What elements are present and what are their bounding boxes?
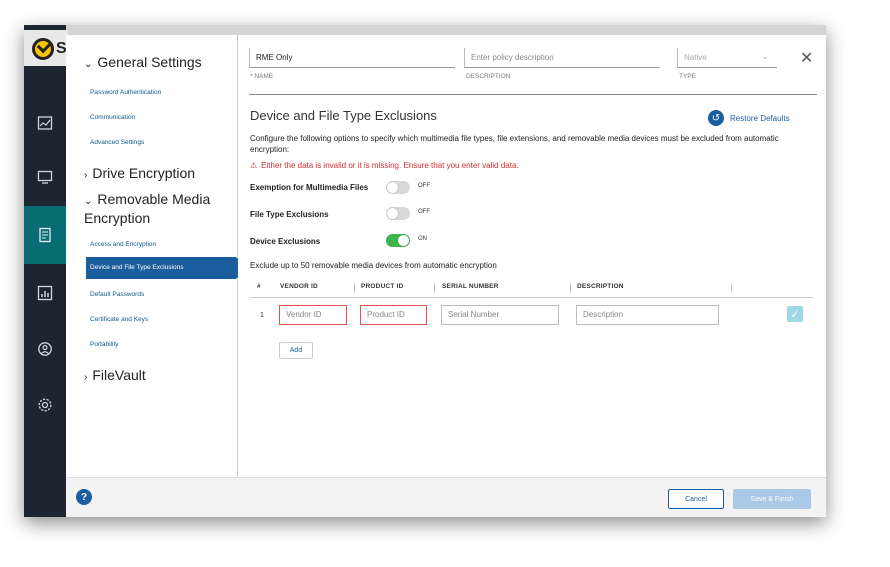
policy-description-label: DESCRIPTION	[466, 73, 511, 80]
main-panel	[238, 35, 826, 477]
section-description: Configure the following options to speci…	[250, 134, 779, 154]
nav-general-settings[interactable]: ⌄ General Settings	[84, 54, 202, 70]
restore-defaults-button[interactable]: ↺ Restore Defaults	[708, 110, 790, 126]
column-separator	[570, 283, 571, 293]
nav-drive-encryption[interactable]: › Drive Encryption	[84, 165, 195, 181]
error-message: ⚠ Either the data is invalid or it is mis…	[250, 161, 519, 170]
section-title: Device and File Type Exclusions	[250, 108, 437, 123]
header-divider	[249, 94, 817, 95]
app-rail	[24, 25, 66, 517]
warning-icon: ⚠	[250, 161, 258, 170]
toggle-file-type-exclusions[interactable]	[386, 207, 410, 220]
policy-name-input[interactable]: RME Only	[249, 48, 455, 68]
chevron-right-icon: ›	[84, 372, 88, 383]
confirm-row-check-icon[interactable]: ✓	[787, 306, 803, 322]
toggle-device-exclusions[interactable]	[386, 234, 410, 247]
help-icon[interactable]: ?	[76, 489, 92, 505]
device-row-number: 1	[260, 312, 264, 319]
add-device-button[interactable]: Add	[279, 342, 313, 359]
option-device-exclusions-label: Device Exclusions	[250, 237, 321, 246]
toggle-multimedia-state: OFF	[418, 183, 430, 189]
nav-item-advanced-settings[interactable]: Advanced Settings	[90, 139, 144, 146]
product-id-input[interactable]: Product ID	[360, 305, 427, 325]
toggle-device-state: ON	[418, 236, 427, 242]
nav-item-communication[interactable]: Communication	[90, 114, 135, 121]
save-finish-button[interactable]: Save & Finish	[733, 489, 811, 509]
chevron-down-icon: ⌄	[84, 196, 93, 207]
policy-description-input[interactable]: Enter policy description	[464, 48, 660, 68]
settings-gear-icon[interactable]	[34, 394, 56, 416]
option-file-type-label: File Type Exclusions	[250, 210, 329, 219]
column-separator	[354, 283, 355, 293]
column-header-serial-number: SERIAL NUMBER	[442, 283, 499, 290]
table-header-divider	[250, 297, 813, 298]
nav-item-default-passwords[interactable]: Default Passwords	[90, 291, 144, 298]
support-icon[interactable]	[34, 338, 56, 360]
nav-item-access-encryption[interactable]: Access and Encryption	[90, 241, 156, 248]
policy-name-label: * NAME	[250, 73, 274, 80]
nav-item-password-authentication[interactable]: Password Authentication	[90, 89, 161, 96]
policy-type-label: TYPE	[679, 73, 696, 80]
toggle-file-type-state: OFF	[418, 209, 430, 215]
column-header-vendor-id: VENDOR ID	[280, 283, 318, 290]
nav-item-device-file-type-exclusions[interactable]: Device and File Type Exclusions	[86, 257, 236, 279]
nav-filevault[interactable]: › FileVault	[84, 367, 146, 383]
nav-item-certificate-keys[interactable]: Certificate and Keys	[90, 316, 148, 323]
chevron-down-icon: ⌄	[84, 59, 93, 70]
devices-icon[interactable]	[34, 166, 56, 188]
dashboard-icon[interactable]	[34, 112, 56, 134]
option-multimedia-label: Exemption for Multimedia Files	[250, 183, 369, 192]
settings-nav: ⌄ General Settings Password Authenticatio…	[66, 35, 248, 477]
window-top-strip	[24, 25, 826, 35]
cancel-button[interactable]: Cancel	[668, 489, 724, 509]
vendor-id-input[interactable]: Vendor ID	[279, 305, 347, 325]
logo-check-icon	[32, 38, 54, 60]
column-header-number: #	[257, 283, 261, 290]
reports-icon[interactable]	[34, 282, 56, 304]
policies-icon[interactable]	[34, 224, 56, 246]
column-separator	[434, 283, 435, 293]
chevron-down-icon: ⌄	[761, 51, 769, 61]
close-icon[interactable]: ✕	[800, 48, 813, 68]
serial-number-input[interactable]: Serial Number	[441, 305, 559, 325]
device-description-input[interactable]: Description	[576, 305, 719, 325]
chevron-right-icon: ›	[84, 170, 88, 181]
toggle-multimedia-exemption[interactable]	[386, 181, 410, 194]
column-separator	[731, 283, 732, 293]
device-exclusion-note: Exclude up to 50 removable media devices…	[250, 261, 497, 270]
column-header-description: DESCRIPTION	[577, 283, 624, 290]
nav-item-portability[interactable]: Portability	[90, 341, 119, 348]
policy-type-select[interactable]: Native ⌄	[677, 48, 777, 68]
restore-icon: ↺	[708, 110, 724, 126]
column-header-product-id: PRODUCT ID	[361, 283, 404, 290]
nav-removable-media-encryption[interactable]: ⌄ Removable Media Encryption	[84, 191, 224, 226]
